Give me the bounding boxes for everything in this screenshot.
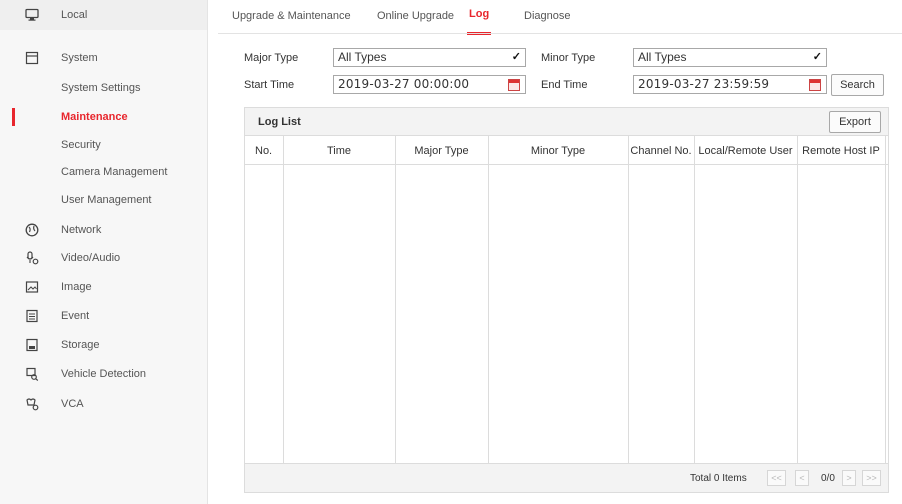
table-header-row: No. Time Major Type Minor Type Channel N…	[245, 136, 888, 165]
sidebar-item-local[interactable]: Local	[0, 0, 207, 30]
sidebar-item-label: System Settings	[61, 82, 141, 94]
log-list-title: Log List	[258, 116, 301, 128]
chevron-down-icon: ✓	[511, 51, 521, 63]
total-items-text: Total 0 Items	[690, 473, 747, 484]
sidebar-item-vehicle-detection[interactable]: Vehicle Detection	[0, 359, 207, 389]
sidebar-item-label: Local	[61, 9, 88, 21]
major-type-select[interactable]: All Types ✓	[333, 48, 526, 67]
sidebar-item-label: Network	[61, 224, 102, 236]
log-list-panel: Log List Export No. Time Major Type Mino…	[244, 107, 889, 493]
chevron-down-icon: ✓	[812, 51, 822, 63]
tab-log[interactable]: Log	[466, 8, 492, 35]
start-time-label: Start Time	[244, 79, 295, 91]
end-time-value: 2019-03-27 23:59:59	[638, 77, 770, 91]
sidebar-item-camera-management[interactable]: Camera Management	[0, 157, 207, 187]
sidebar-item-label: Image	[61, 281, 92, 293]
sidebar-item-label: User Management	[61, 194, 152, 206]
sidebar-item-storage[interactable]: Storage	[0, 330, 207, 360]
sidebar-item-maintenance[interactable]: Maintenance	[0, 102, 207, 132]
vca-icon	[24, 396, 40, 412]
video-audio-icon	[24, 250, 40, 266]
col-header-minor-type[interactable]: Minor Type	[488, 136, 628, 165]
minor-type-value: All Types	[638, 50, 687, 64]
column-divider	[628, 136, 629, 464]
page-indicator: 0/0	[821, 473, 835, 484]
tab-diagnose[interactable]: Diagnose	[524, 10, 570, 22]
export-button[interactable]: Export	[829, 111, 881, 133]
sidebar-item-event[interactable]: Event	[0, 301, 207, 331]
minor-type-select[interactable]: All Types ✓	[633, 48, 827, 67]
sidebar-item-label: Storage	[61, 339, 100, 351]
col-header-channel-no[interactable]: Channel No.	[628, 136, 694, 165]
next-page-button[interactable]: >	[842, 470, 856, 486]
system-icon	[24, 50, 40, 66]
sidebar-item-label: Video/Audio	[61, 252, 121, 264]
first-page-button[interactable]: <<	[767, 470, 786, 486]
sidebar-item-image[interactable]: Image	[0, 272, 207, 302]
col-header-time[interactable]: Time	[283, 136, 395, 165]
col-header-major-type[interactable]: Major Type	[395, 136, 488, 165]
start-time-input[interactable]: 2019-03-27 00:00:00	[333, 75, 526, 94]
col-header-remote-host-ip[interactable]: Remote Host IP	[797, 136, 885, 165]
sidebar-item-label: Security	[61, 139, 101, 151]
column-divider	[395, 136, 396, 464]
tab-divider	[218, 33, 902, 34]
sidebar: Local System System Settings Maintenance…	[0, 0, 208, 504]
column-divider	[488, 136, 489, 464]
major-type-value: All Types	[338, 50, 387, 64]
sidebar-item-label: System	[61, 52, 98, 64]
sidebar-item-label: Vehicle Detection	[61, 368, 146, 380]
sidebar-item-security[interactable]: Security	[0, 130, 207, 160]
column-divider	[283, 136, 284, 464]
sidebar-item-video-audio[interactable]: Video/Audio	[0, 243, 207, 273]
sidebar-item-label: Event	[61, 310, 90, 322]
globe-icon	[24, 222, 40, 238]
sidebar-item-system[interactable]: System	[0, 43, 207, 73]
col-header-no[interactable]: No.	[245, 136, 283, 165]
image-icon	[24, 279, 40, 295]
event-icon	[24, 308, 40, 324]
column-divider	[797, 136, 798, 464]
tab-online-upgrade[interactable]: Online Upgrade	[377, 10, 454, 22]
calendar-icon[interactable]	[809, 79, 821, 91]
sidebar-item-label: Camera Management	[61, 166, 168, 178]
calendar-icon[interactable]	[508, 79, 520, 91]
storage-icon	[24, 337, 40, 353]
sidebar-item-system-settings[interactable]: System Settings	[0, 73, 207, 103]
column-divider	[694, 136, 695, 464]
start-time-value: 2019-03-27 00:00:00	[338, 77, 470, 91]
vehicle-detection-icon	[24, 366, 40, 382]
sidebar-item-network[interactable]: Network	[0, 215, 207, 245]
column-divider	[885, 136, 886, 464]
sidebar-item-label: VCA	[61, 398, 84, 410]
pagination-bar: Total 0 Items << < 0/0 > >>	[245, 463, 888, 492]
end-time-label: End Time	[541, 79, 588, 91]
major-type-label: Major Type	[244, 52, 299, 64]
prev-page-button[interactable]: <	[795, 470, 809, 486]
log-list-header: Log List Export	[245, 108, 888, 136]
minor-type-label: Minor Type	[541, 52, 596, 64]
sidebar-item-label: Maintenance	[61, 111, 128, 123]
end-time-input[interactable]: 2019-03-27 23:59:59	[633, 75, 827, 94]
sidebar-item-vca[interactable]: VCA	[0, 389, 207, 419]
col-header-local-remote-user[interactable]: Local/Remote User	[694, 136, 797, 165]
last-page-button[interactable]: >>	[862, 470, 881, 486]
search-button[interactable]: Search	[831, 74, 884, 96]
tab-upgrade-maintenance[interactable]: Upgrade & Maintenance	[232, 10, 351, 22]
sidebar-item-user-management[interactable]: User Management	[0, 185, 207, 215]
monitor-icon	[24, 7, 40, 23]
